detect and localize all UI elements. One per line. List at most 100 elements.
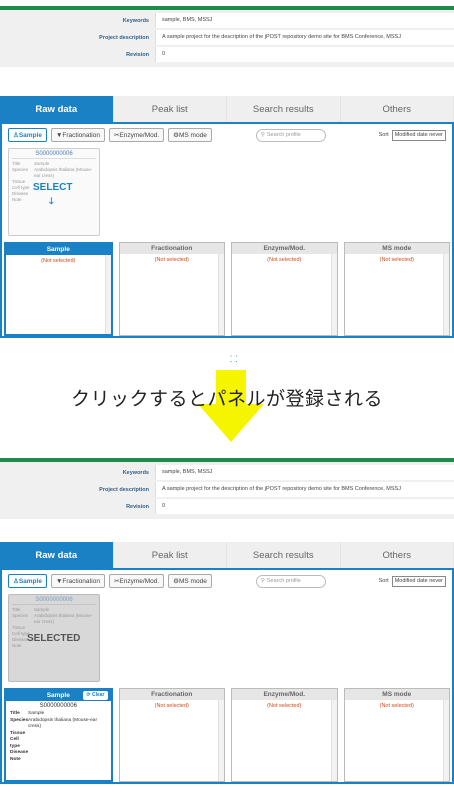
- button-label: MS mode: [179, 131, 207, 139]
- profile-card-grid: S0000000006 Title Sample Species Arabidops…: [2, 592, 452, 688]
- slot-empty-text: (Not selected): [267, 257, 302, 263]
- info-key: Project description: [99, 486, 149, 493]
- slot-header: Enzyme/Mod.: [232, 689, 337, 700]
- sample-filter-button[interactable]: ♙ Sample: [8, 128, 47, 142]
- sort-select[interactable]: Modified date never: [391, 575, 446, 587]
- slot-header: MS mode: [344, 243, 449, 254]
- info-value: sample, BMS, MSSJ: [155, 465, 454, 480]
- selection-slots: Sample ⟳ Clear S0000000006 Title Sample S…: [2, 688, 452, 782]
- scrollbar[interactable]: [330, 254, 337, 335]
- ms-mode-slot[interactable]: MS mode (Not selected): [343, 688, 450, 782]
- fractionation-filter-button[interactable]: ▼ Fractionation: [50, 128, 105, 142]
- info-key: Keywords: [122, 469, 149, 476]
- sort-label: Sort: [378, 132, 389, 138]
- field-key: Species: [10, 717, 29, 723]
- tab-search-results[interactable]: Search results: [227, 96, 341, 122]
- tab-bar: Raw data Peak list Search results Others: [0, 96, 454, 124]
- slot-header: Fractionation: [119, 243, 224, 254]
- card-field-cell-type: Cell type: [10, 737, 107, 750]
- info-key: Project description: [99, 34, 149, 41]
- slot-empty-text: (Not selected): [379, 703, 414, 709]
- info-row-description: Project description A sample project for…: [0, 481, 454, 498]
- button-label: Fractionation: [62, 131, 100, 139]
- field-key: Species: [12, 613, 29, 618]
- ms-mode-filter-button[interactable]: ⚙ MS mode: [168, 574, 212, 588]
- enzyme-slot[interactable]: Enzyme/Mod. (Not selected): [231, 688, 338, 782]
- slot-header: Fractionation: [119, 689, 224, 700]
- field-value: Arabidopsis thaliana (Mouse-ear cress): [34, 167, 93, 178]
- scrollbar[interactable]: [218, 700, 224, 781]
- sort-control: Sort Modified date never: [378, 129, 446, 141]
- enzyme-slot[interactable]: Enzyme/Mod. (Not selected): [231, 242, 338, 336]
- profile-toolbar: ♙ Sample ▼ Fractionation ✂ Enzyme/Mod. ⚙ MS …: [2, 124, 452, 146]
- fractionation-slot[interactable]: Fractionation (Not selected): [118, 242, 225, 336]
- tab-search-results[interactable]: Search results: [227, 542, 341, 568]
- info-value: sample, BMS, MSSJ: [155, 13, 454, 28]
- tab-raw-data[interactable]: Raw data: [0, 96, 114, 122]
- slot-empty-text: (Not selected): [379, 257, 414, 263]
- dataset-panel-bottom: Raw data Peak list Search results Others…: [0, 542, 454, 784]
- enzyme-filter-button[interactable]: ✂ Enzyme/Mod.: [108, 128, 165, 142]
- field-value: Arabidopsis thaliana (Mouse-ear cress): [28, 717, 98, 730]
- button-label: MS mode: [179, 577, 207, 585]
- clear-button[interactable]: ⟳ Clear: [83, 691, 108, 700]
- info-value: A sample project for the description of …: [155, 30, 454, 45]
- slot-empty-text: (Not selected): [267, 703, 302, 709]
- ms-mode-slot[interactable]: MS mode (Not selected): [343, 242, 450, 336]
- clear-label: Clear: [91, 692, 105, 698]
- button-label: Sample: [18, 577, 42, 585]
- sample-card-selected[interactable]: S0000000006 Title Sample Species Arabidops…: [8, 594, 100, 682]
- slot-header: Sample: [6, 244, 111, 255]
- tab-others[interactable]: Others: [340, 96, 454, 122]
- search-profile-input[interactable]: ⚲ Search profile: [255, 128, 326, 142]
- fractionation-slot[interactable]: Fractionation (Not selected): [118, 688, 225, 782]
- tab-others[interactable]: Others: [340, 542, 454, 568]
- enzyme-filter-button[interactable]: ✂ Enzyme/Mod.: [108, 574, 165, 588]
- info-value: 0: [155, 499, 454, 514]
- field-key: Note: [10, 756, 21, 762]
- scrollbar[interactable]: [104, 255, 111, 334]
- tab-bar: Raw data Peak list Search results Others: [0, 542, 454, 570]
- card-id: S0000000006: [12, 151, 96, 159]
- raw-data-panel: ♙ Sample ▼ Fractionation ✂ Enzyme/Mod. ⚙ MS …: [0, 570, 454, 784]
- card-field-note: Note: [10, 757, 107, 764]
- tab-raw-data[interactable]: Raw data: [0, 542, 114, 568]
- tab-peak-list[interactable]: Peak list: [113, 542, 227, 568]
- slot-header: MS mode: [344, 689, 449, 700]
- field-key: Note: [12, 197, 22, 202]
- sort-select[interactable]: Modified date never: [391, 129, 446, 141]
- scrollbar[interactable]: [443, 700, 449, 781]
- card-id: S0000000006: [12, 597, 96, 605]
- sample-filter-button[interactable]: ♙ Sample: [8, 574, 47, 588]
- card-field-note: Note: [12, 197, 96, 203]
- info-value: A sample project for the description of …: [155, 482, 454, 497]
- fractionation-filter-button[interactable]: ▼ Fractionation: [50, 574, 105, 588]
- instruction-caption: クリックするとパネルが登録される: [70, 389, 383, 410]
- sample-slot[interactable]: Sample (Not selected): [4, 242, 113, 336]
- scrollbar[interactable]: [330, 700, 337, 781]
- ms-mode-filter-button[interactable]: ⚙ MS mode: [168, 128, 212, 142]
- scrollbar[interactable]: [443, 254, 449, 335]
- slot-header-label: Sample: [46, 692, 70, 699]
- search-icon: ⚲: [260, 132, 265, 138]
- slot-header: Sample ⟳ Clear: [6, 690, 111, 701]
- project-info-bottom: Keywords sample, BMS, MSSJ Project descr…: [0, 458, 454, 519]
- sample-card[interactable]: S0000000006 Title Sample Species Arabidops…: [8, 148, 100, 236]
- sample-slot[interactable]: Sample ⟳ Clear S0000000006 Title Sample S…: [4, 688, 113, 782]
- search-profile-input[interactable]: ⚲ Search profile: [255, 574, 326, 588]
- sort-control: Sort Modified date never: [379, 575, 446, 587]
- tab-peak-list[interactable]: Peak list: [113, 96, 227, 122]
- arrow-down-icon: 🡓: [49, 196, 54, 206]
- drag-indicator-icon: ⸬: [230, 354, 238, 364]
- slot-empty-text: (Not selected): [154, 703, 189, 709]
- dataset-panel-top: Raw data Peak list Search results Others…: [0, 96, 454, 338]
- slot-empty-text: (Not selected): [41, 258, 76, 264]
- field-key: Cell type: [10, 737, 20, 749]
- search-icon: ⚲: [260, 578, 265, 584]
- selected-overlay: SELECTED: [27, 633, 81, 644]
- select-overlay: SELECT: [33, 182, 73, 193]
- card-id: S0000000006: [39, 703, 77, 709]
- scrollbar[interactable]: [218, 254, 224, 335]
- field-value: Arabidopsis thaliana (Mouse-ear cress): [34, 613, 93, 624]
- search-placeholder: Search profile: [266, 578, 301, 584]
